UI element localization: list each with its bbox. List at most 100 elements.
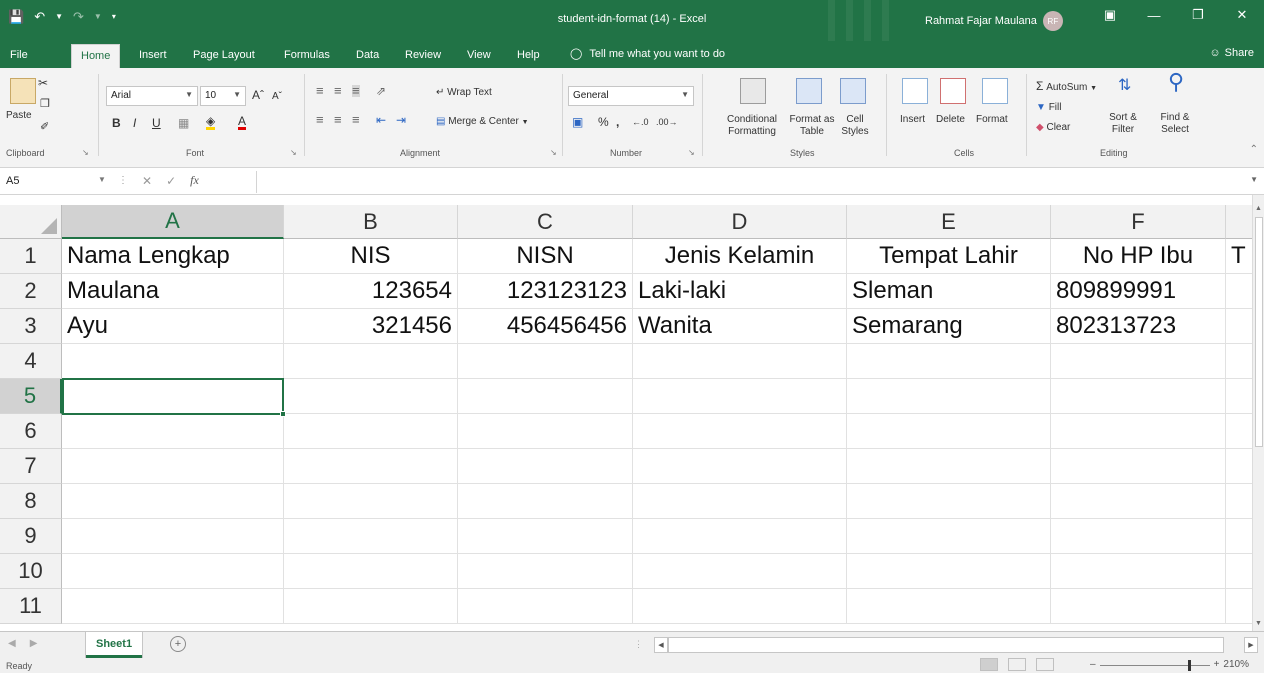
cell-e6[interactable] — [847, 414, 1051, 449]
cell-g4[interactable] — [1226, 344, 1252, 379]
cell-d9[interactable] — [633, 519, 847, 554]
cell-b4[interactable] — [284, 344, 458, 379]
font-color-icon[interactable]: A — [238, 115, 247, 130]
row-header-8[interactable]: 8 — [0, 484, 62, 519]
clear-button[interactable]: ◆ Clear — [1036, 122, 1070, 134]
underline-icon[interactable]: U — [152, 117, 161, 129]
add-sheet-icon[interactable]: + — [170, 636, 186, 652]
row-header-7[interactable]: 7 — [0, 449, 62, 484]
cell-b5[interactable] — [284, 379, 458, 414]
cell-g1[interactable]: T — [1226, 239, 1252, 274]
tab-splitter-icon[interactable]: ⋮ — [634, 639, 643, 650]
cell-c6[interactable] — [458, 414, 633, 449]
increase-decimal-icon[interactable]: ←.0 — [632, 116, 649, 128]
cell-c1[interactable]: NISN — [458, 239, 633, 274]
cell-b9[interactable] — [284, 519, 458, 554]
cell-c9[interactable] — [458, 519, 633, 554]
bold-icon[interactable]: B — [112, 117, 121, 129]
cell-g3[interactable] — [1226, 309, 1252, 344]
cell-a10[interactable] — [62, 554, 284, 589]
cell-g6[interactable] — [1226, 414, 1252, 449]
grow-font-icon[interactable]: Aˆ — [252, 89, 264, 101]
cell-d8[interactable] — [633, 484, 847, 519]
copy-icon[interactable]: ❐ — [40, 98, 50, 110]
column-header-b[interactable]: B — [284, 205, 458, 239]
scroll-down-icon[interactable]: ▼ — [1255, 620, 1262, 627]
cell-d6[interactable] — [633, 414, 847, 449]
cell-b2[interactable]: 123654 — [284, 274, 458, 309]
conditional-formatting-icon[interactable] — [740, 78, 766, 104]
cell-styles-icon[interactable] — [840, 78, 866, 104]
column-header-f[interactable]: F — [1051, 205, 1226, 239]
align-center-icon[interactable]: ≡ — [334, 113, 342, 126]
chevron-down-icon[interactable]: ▼ — [94, 10, 102, 24]
cell-f9[interactable] — [1051, 519, 1226, 554]
tab-help[interactable]: Help — [517, 48, 540, 62]
align-bottom-icon[interactable]: ≡ — [352, 84, 360, 97]
formula-input[interactable] — [256, 171, 1244, 193]
scroll-right-icon[interactable]: ▶ — [1244, 637, 1258, 653]
close-button[interactable]: ✕ — [1220, 0, 1264, 30]
percent-icon[interactable]: % — [598, 116, 609, 128]
font-size-box[interactable]: 10 ▼ — [200, 86, 246, 106]
delete-cells-button[interactable]: Delete — [936, 114, 965, 126]
save-icon[interactable]: 💾 — [8, 10, 24, 24]
cell-g11[interactable] — [1226, 589, 1252, 624]
row-header-11[interactable]: 11 — [0, 589, 62, 624]
expand-formula-icon[interactable]: ▼ — [1250, 175, 1258, 184]
align-top-icon[interactable]: ≡ — [316, 84, 324, 97]
active-cell-border[interactable] — [62, 378, 286, 417]
cell-e3[interactable]: Semarang — [847, 309, 1051, 344]
cell-a2[interactable]: Maulana — [62, 274, 284, 309]
format-painter-icon[interactable]: ✐ — [40, 121, 49, 133]
row-header-1[interactable]: 1 — [0, 239, 62, 274]
cell-f2[interactable]: 809899991 — [1051, 274, 1226, 309]
tab-insert[interactable]: Insert — [139, 48, 167, 62]
autosum-button[interactable]: Σ AutoSum ▼ — [1036, 80, 1097, 95]
scroll-up-icon[interactable]: ▲ — [1255, 205, 1262, 212]
chevron-down-icon[interactable]: ▼ — [98, 175, 106, 184]
cell-c5[interactable] — [458, 379, 633, 414]
decrease-decimal-icon[interactable]: .00→ — [656, 116, 678, 128]
cell-f4[interactable] — [1051, 344, 1226, 379]
launcher-icon[interactable]: ↘ — [688, 148, 695, 157]
row-header-6[interactable]: 6 — [0, 414, 62, 449]
tab-review[interactable]: Review — [405, 48, 441, 62]
share-button[interactable]: ☺ Share — [1209, 47, 1254, 59]
fill-button[interactable]: ▼ Fill — [1036, 102, 1061, 114]
vertical-scrollbar[interactable]: ▲ ▼ — [1252, 195, 1264, 631]
row-header-5[interactable]: 5 — [0, 379, 62, 414]
cell-d3[interactable]: Wanita — [633, 309, 847, 344]
merge-center-button[interactable]: ▤ Merge & Center ▼ — [436, 116, 529, 129]
cell-styles-button[interactable]: Cell Styles — [838, 114, 872, 138]
format-cells-button[interactable]: Format — [976, 114, 1008, 126]
enter-icon[interactable]: ✓ — [166, 174, 176, 188]
cell-f1[interactable]: No HP Ibu — [1051, 239, 1226, 274]
cell-b11[interactable] — [284, 589, 458, 624]
tab-data[interactable]: Data — [356, 48, 379, 62]
chevron-left-icon[interactable]: ◀ — [8, 638, 16, 649]
cell-c10[interactable] — [458, 554, 633, 589]
italic-icon[interactable]: I — [133, 117, 136, 129]
increase-indent-icon[interactable]: ⇥ — [396, 114, 406, 126]
currency-icon[interactable]: ▣ — [572, 116, 583, 128]
cell-f7[interactable] — [1051, 449, 1226, 484]
number-format-box[interactable]: General ▼ — [568, 86, 694, 106]
cell-e9[interactable] — [847, 519, 1051, 554]
cell-g8[interactable] — [1226, 484, 1252, 519]
cut-icon[interactable]: ✂ — [38, 77, 48, 89]
cancel-icon[interactable]: ✕ — [142, 174, 152, 188]
wrap-text-button[interactable]: ↵ Wrap Text — [436, 87, 492, 99]
column-header-e[interactable]: E — [847, 205, 1051, 239]
cell-a6[interactable] — [62, 414, 284, 449]
undo-icon[interactable]: ↶ — [34, 10, 45, 24]
sort-filter-button[interactable]: Sort & Filter — [1098, 112, 1148, 136]
comma-icon[interactable]: , — [616, 116, 619, 128]
insert-cells-icon[interactable] — [902, 78, 928, 104]
page-break-view-icon[interactable] — [1036, 658, 1054, 671]
decrease-indent-icon[interactable]: ⇤ — [376, 114, 386, 126]
zoom-slider-thumb[interactable] — [1187, 659, 1191, 671]
collapse-ribbon-icon[interactable]: ⌃ — [1250, 144, 1258, 156]
cell-e7[interactable] — [847, 449, 1051, 484]
sheet-tab-sheet1[interactable]: Sheet1 — [86, 632, 143, 658]
